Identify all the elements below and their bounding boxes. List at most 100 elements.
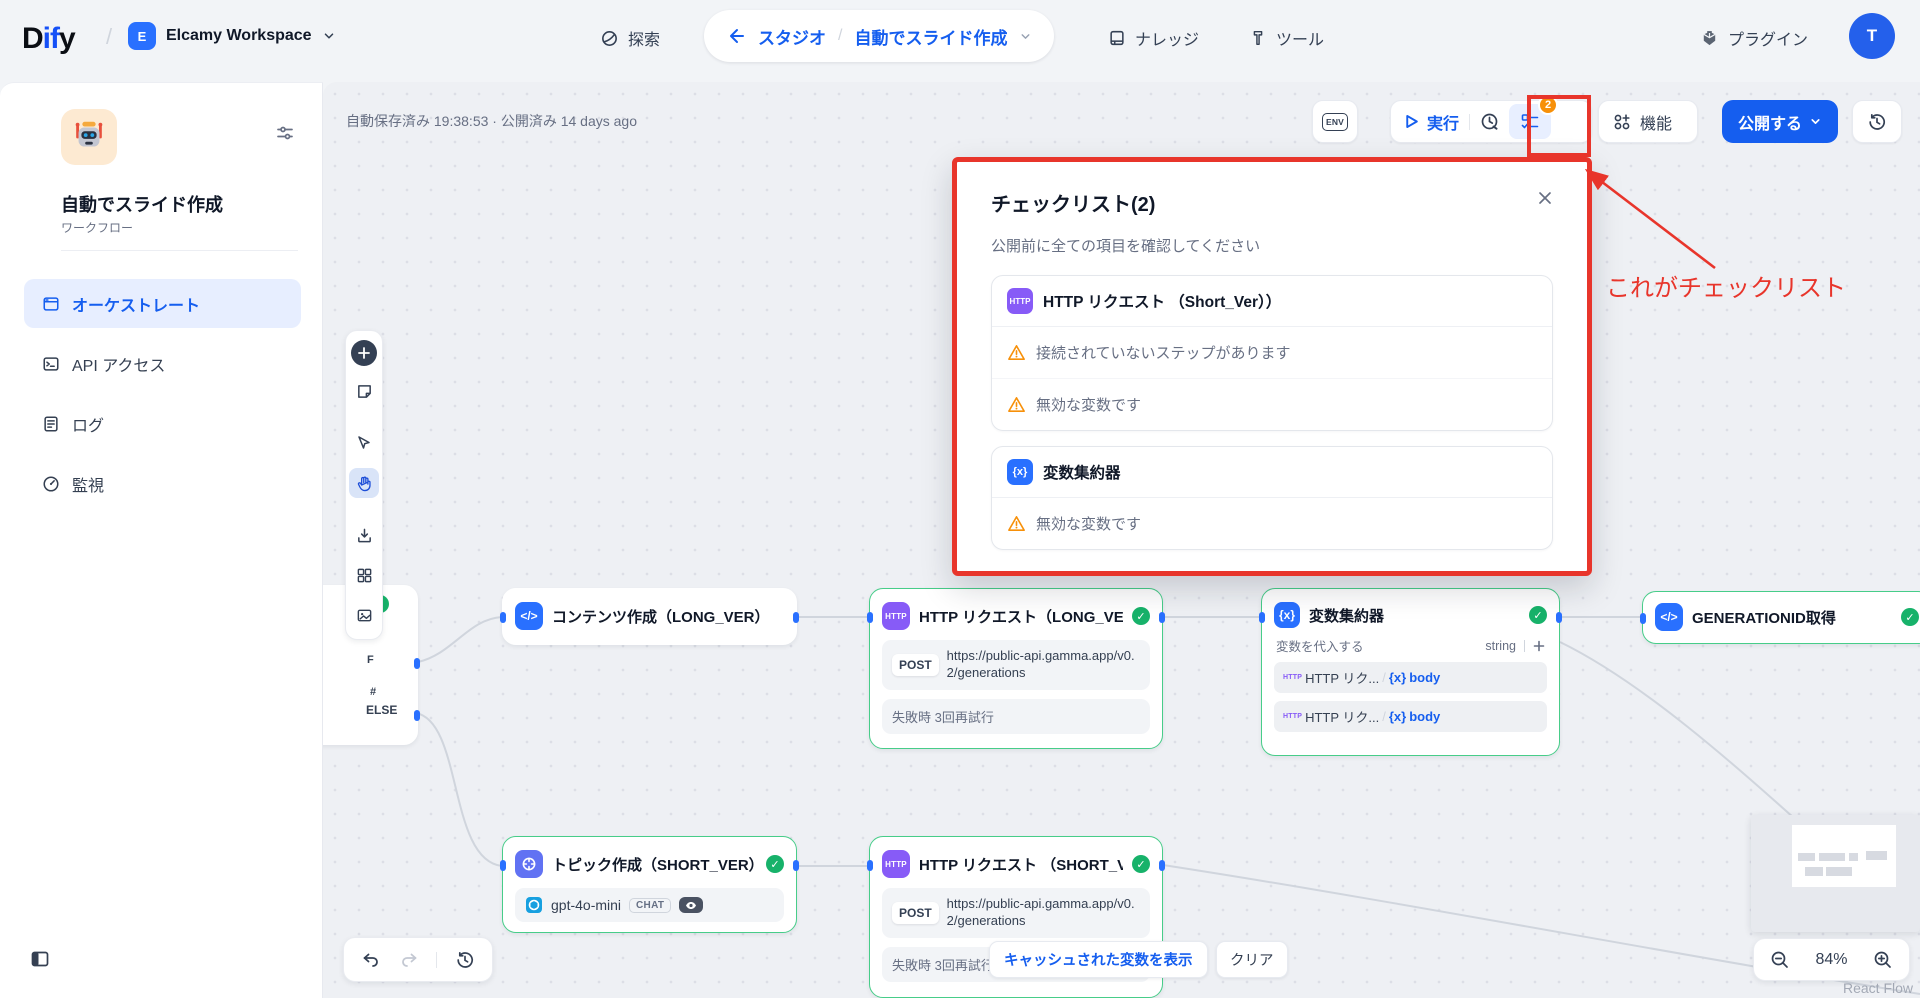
checklist-button[interactable]: 2 [1509, 104, 1551, 139]
node-handle[interactable] [867, 612, 873, 623]
toggle-minimap-button[interactable] [349, 600, 379, 630]
change-history-icon[interactable] [455, 950, 475, 970]
aggregator-variable-row[interactable]: HTTP HTTP リク... / {x} body [1274, 662, 1547, 693]
import-dsl-button[interactable] [349, 520, 379, 550]
nav-plugins[interactable]: プラグイン [1700, 26, 1808, 50]
annotation-label: これがチェックリスト [1606, 268, 1846, 303]
node-topic-short[interactable]: トピック作成（SHORT_VER） ✓ gpt-4o-mini CHAT [502, 836, 797, 933]
clear-button[interactable]: クリア [1216, 941, 1288, 978]
node-handle[interactable] [1159, 612, 1165, 623]
sidebar-menu: オーケストレート API アクセス ログ 監視 [24, 279, 301, 508]
dify-logo[interactable]: Dify [22, 22, 75, 56]
node-title: 変数集約器 [1309, 605, 1520, 626]
app-sidebar: 自動でスライド作成 ワークフロー オーケストレート API アクセス ログ 監視 [0, 82, 323, 998]
user-avatar[interactable]: T [1849, 13, 1895, 59]
checklist-warning: 接続されていないステップがあります [992, 327, 1552, 378]
node-title: HTTP リクエスト （SHORT_VER [919, 854, 1123, 875]
minimap-viewport [1792, 825, 1896, 887]
node-variable-aggregator[interactable]: {x} 変数集約器 ✓ 変数を代入する string HTTP HTTP リク.… [1261, 588, 1560, 756]
pointer-mode-button[interactable] [349, 428, 379, 458]
run-button[interactable]: 実行 [1427, 110, 1459, 134]
breadcrumb-app-name[interactable]: 自動でスライド作成 [854, 24, 1007, 49]
node-handle[interactable] [793, 612, 799, 623]
run-history-icon[interactable] [1480, 112, 1500, 132]
toolbar-divider [1469, 114, 1470, 130]
canvas-tools-toolbar [345, 330, 383, 640]
node-handle[interactable] [414, 658, 420, 669]
hand-mode-button[interactable] [349, 468, 379, 498]
node-title: HTTP リクエスト（LONG_VER） [919, 606, 1123, 627]
node-generation-id[interactable]: </> GENERATIONID取得 ✓ [1642, 591, 1920, 644]
history-icon [1867, 112, 1887, 132]
toolbar-divider [436, 952, 437, 968]
orchestrate-icon [42, 295, 60, 313]
chevron-down-icon[interactable] [1019, 30, 1032, 43]
dify-workflow-screen: Dify / E Elcamy Workspace 探索 スタジオ / 自動でス… [0, 0, 1920, 998]
vision-icon [679, 897, 703, 913]
back-arrow-icon[interactable] [726, 26, 746, 46]
show-cached-variables-button[interactable]: キャッシュされた変数を表示 [989, 941, 1208, 978]
app-icon[interactable] [61, 109, 117, 165]
checklist-item-aggregator[interactable]: {x} 変数集約器 無効な変数です [991, 446, 1553, 550]
note-icon [356, 383, 373, 400]
nav-knowledge[interactable]: ナレッジ [1108, 26, 1199, 50]
plus-icon[interactable] [1533, 640, 1545, 652]
collapse-sidebar-icon[interactable] [30, 949, 50, 969]
zoom-out-icon[interactable] [1770, 950, 1790, 970]
features-button[interactable]: 機能 [1598, 100, 1698, 143]
node-handle[interactable] [1556, 612, 1562, 623]
env-button[interactable]: ENV [1312, 100, 1358, 143]
node-check-icon: ✓ [1901, 608, 1919, 626]
node-handle[interactable] [500, 612, 506, 623]
plus-icon [357, 346, 371, 360]
node-handle[interactable] [1159, 860, 1165, 871]
node-handle[interactable] [793, 860, 799, 871]
workflow-canvas[interactable]: 自動保存済み 19:38:53 · 公開済み 14 days ago ENV 実… [323, 82, 1920, 998]
node-check-icon: ✓ [1529, 606, 1547, 624]
play-icon[interactable] [1403, 113, 1420, 130]
blocks-icon [356, 567, 373, 584]
app-title: 自動でスライド作成 [61, 191, 223, 217]
undo-icon[interactable] [361, 950, 381, 970]
sidebar-item-api-access[interactable]: API アクセス [24, 339, 301, 388]
node-handle[interactable] [500, 860, 506, 871]
organize-nodes-button[interactable] [349, 560, 379, 590]
zoom-level[interactable]: 84% [1815, 951, 1847, 969]
studio-breadcrumb-pill: スタジオ / 自動でスライド作成 [704, 10, 1054, 62]
node-handle[interactable] [867, 860, 873, 871]
close-icon[interactable] [1537, 190, 1553, 206]
nav-tools[interactable]: ツール [1249, 26, 1324, 50]
node-http-long[interactable]: HTTP HTTP リクエスト（LONG_VER） ✓ POST https:/… [869, 588, 1163, 749]
workspace-selector[interactable]: E Elcamy Workspace [128, 22, 336, 50]
http-request-row: POST https://public-api.gamma.app/v0.2/g… [882, 888, 1150, 938]
checklist-badge: 2 [1538, 95, 1558, 115]
http-node-icon: HTTP [882, 850, 910, 878]
node-content-long[interactable]: </> コンテンツ作成（LONG_VER） [502, 588, 797, 645]
http-node-icon: HTTP [1007, 288, 1033, 314]
sidebar-item-monitoring[interactable]: 監視 [24, 459, 301, 508]
checklist-popup: チェックリスト(2) 公開前に全ての項目を確認してください HTTP HTTP … [952, 157, 1592, 576]
sidebar-item-logs[interactable]: ログ [24, 399, 301, 448]
zoom-in-icon[interactable] [1873, 950, 1893, 970]
checklist-item-http-short[interactable]: HTTP HTTP リクエスト （Short_Ver）） 接続されていないステッ… [991, 275, 1553, 431]
node-handle[interactable] [1640, 613, 1646, 624]
redo-icon[interactable] [399, 950, 419, 970]
node-title: GENERATIONID取得 [1692, 607, 1892, 628]
monitoring-icon [42, 475, 60, 493]
node-handle[interactable] [1259, 612, 1265, 623]
publish-button[interactable]: 公開する [1722, 100, 1838, 143]
node-title: トピック作成（SHORT_VER） [552, 854, 757, 875]
code-node-icon: </> [515, 602, 543, 630]
nav-explore[interactable]: 探索 [600, 26, 660, 50]
add-node-button[interactable] [351, 340, 377, 366]
breadcrumb-studio[interactable]: スタジオ [758, 24, 826, 49]
sidebar-item-orchestrate[interactable]: オーケストレート [24, 279, 301, 328]
http-method-badge: POST [892, 902, 939, 924]
minimap[interactable] [1751, 815, 1920, 932]
aggregator-variable-row[interactable]: HTTP HTTP リク... / {x} body [1274, 701, 1547, 732]
add-note-button[interactable] [349, 376, 379, 406]
version-history-button[interactable] [1852, 100, 1902, 143]
app-settings-icon[interactable] [275, 123, 295, 143]
node-handle[interactable] [414, 710, 420, 721]
var-type-label: string [1485, 639, 1516, 653]
